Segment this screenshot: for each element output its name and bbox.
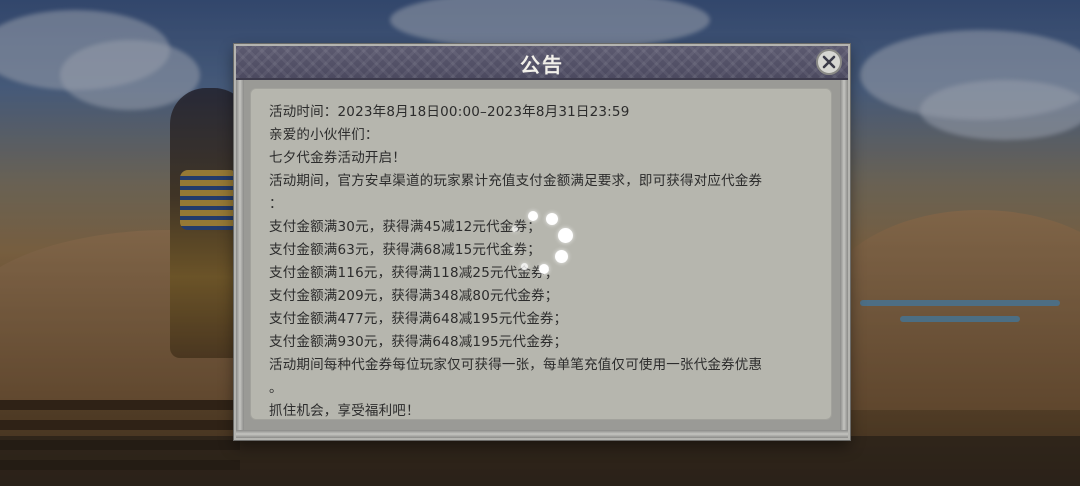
notice-line: 活动期间，官方安卓渠道的玩家累计充值支付金额满足要求，即可获得对应代金券 bbox=[269, 173, 763, 189]
notice-title: 公告 bbox=[520, 53, 564, 77]
notice-line: 支付金额满209元，获得满348减80元代金券； bbox=[269, 288, 559, 304]
close-x-icon bbox=[822, 55, 836, 69]
notice-dialog: 公告 活动时间：2023年8月18日00:00–2023年8月31日23:59 … bbox=[234, 44, 850, 440]
notice-text-scroll[interactable]: 活动时间：2023年8月18日00:00–2023年8月31日23:59 亲爱的… bbox=[269, 101, 817, 419]
notice-line: 支付金额满930元，获得满648减195元代金券； bbox=[269, 334, 568, 350]
notice-line: 支付金额满116元，获得满118减25元代金券； bbox=[269, 265, 559, 281]
notice-line: ： bbox=[269, 196, 283, 212]
notice-line: 亲爱的小伙伴们： bbox=[269, 127, 379, 143]
notice-line: 七夕代金券活动开启！ bbox=[269, 150, 406, 166]
dialog-frame-left bbox=[236, 80, 244, 438]
notice-line: 。 bbox=[269, 380, 283, 396]
notice-line: 支付金额满63元，获得满68减15元代金券； bbox=[269, 242, 541, 258]
notice-line: 支付金额满477元，获得满648减195元代金券； bbox=[269, 311, 568, 327]
notice-line: 抓住机会，享受福利吧！ bbox=[269, 403, 420, 419]
notice-header: 公告 bbox=[236, 46, 848, 80]
dialog-frame-bottom bbox=[236, 430, 848, 438]
notice-content-panel[interactable]: 活动时间：2023年8月18日00:00–2023年8月31日23:59 亲爱的… bbox=[250, 88, 832, 420]
notice-line: 活动时间：2023年8月18日00:00–2023年8月31日23:59 bbox=[269, 104, 630, 120]
notice-line: 支付金额满30元，获得满45减12元代金券； bbox=[269, 219, 541, 235]
notice-line: 活动期间每种代金券每位玩家仅可获得一张，每单笔充值仅可使用一张代金券优惠 bbox=[269, 357, 763, 373]
close-button[interactable] bbox=[816, 49, 842, 75]
dialog-frame-right bbox=[840, 80, 848, 438]
game-screen: 公告 活动时间：2023年8月18日00:00–2023年8月31日23:59 … bbox=[0, 0, 1080, 486]
